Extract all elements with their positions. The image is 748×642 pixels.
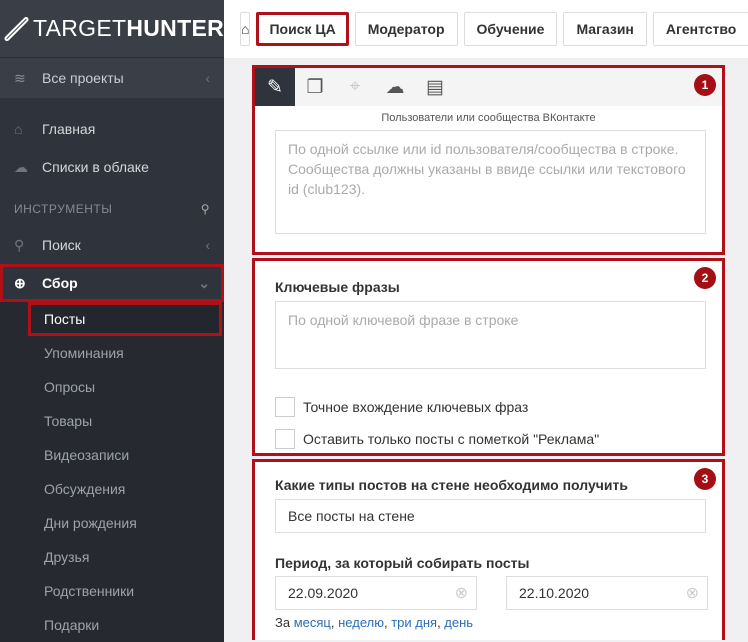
logo[interactable]: TARGET HUNTER [0,0,224,58]
clear-icon[interactable]: ⊗ [686,583,699,603]
quick-month-link[interactable]: месяц [294,615,331,630]
keywords-textarea[interactable]: По одной ключевой фразе в строке [275,301,706,369]
sub-label: Друзья [44,549,90,565]
sub-label: Товары [44,413,93,429]
date-from-value: 22.09.2020 [288,585,359,601]
tab-label: Обучение [476,21,545,37]
zoom-in-icon: ⊕ [14,274,26,291]
home-button[interactable]: ⌂ [240,12,251,46]
tab-label: Поиск ЦА [269,21,336,37]
post-types-select[interactable]: Все посты на стене [275,499,706,533]
sub-label: Опросы [44,379,96,395]
sub-label: Родственники [44,583,135,599]
checkbox[interactable] [275,397,295,417]
cloud-icon: ☁ [14,158,28,175]
sidebar-item-collect[interactable]: ⊕ Сбор ⌄ [0,264,224,302]
checkbox-label: Точное вхождение ключевых фраз [303,399,529,415]
logo-text: TARGET [32,15,127,41]
tab-shop[interactable]: Магазин [563,12,647,46]
tab-label: Модератор [367,21,445,37]
clear-icon[interactable]: ⊗ [455,583,468,603]
sidebar: TARGET HUNTER ≋ Все проекты ‹ ⌂ Главная ☁ Спи… [0,0,224,642]
tab-learning[interactable]: Обучение [463,12,558,46]
top-nav: ⌂ Поиск ЦА Модератор Обучение Магазин Аг… [224,0,748,58]
cloud-label: Списки в облаке [42,159,149,175]
tab-moderator[interactable]: Модератор [354,12,458,46]
sidebar-sub-item[interactable]: Друзья [0,540,224,574]
checkbox-label: Оставить только посты с пометкой "Реклам… [303,431,600,447]
sidebar-item-home[interactable]: ⌂ Главная [0,110,224,148]
sub-label: Посты [44,311,86,327]
cloud-upload-icon[interactable]: ☁ [375,68,415,106]
book-icon[interactable]: ▤ [415,68,455,106]
step-badge: 1 [694,74,716,96]
sidebar-item-search[interactable]: ⚲ Поиск ‹ [0,226,224,264]
sidebar-sub-item[interactable]: Родственники [0,574,224,608]
chevron-left-icon: ‹ [205,70,210,86]
sidebar-sub-item[interactable]: Подарки [0,608,224,642]
sub-label: Упоминания [44,345,124,361]
period-label: Период, за который собирать посты [275,555,530,571]
search-label: Поиск [42,237,81,253]
source-panel: ✎ ❐ ⌖ ☁ ▤ 1 Пользователи или сообщества … [252,65,725,255]
date-to-input[interactable]: 22.10.2020 ⊗ [506,576,708,610]
quick-week-link[interactable]: неделю [338,615,384,630]
sub-label: Обсуждения [44,481,126,497]
sidebar-item-cloud[interactable]: ☁ Списки в облаке [0,148,224,186]
users-textarea[interactable]: По одной ссылке или id пользователя/сооб… [275,130,706,234]
home-icon: ⌂ [241,21,250,37]
posts-panel: 3 Какие типы постов на стене необходимо … [252,459,725,640]
edit-icon[interactable]: ✎ [255,68,295,106]
checkbox[interactable] [275,429,295,449]
quick-day-link[interactable]: день [444,615,473,630]
tab-agency[interactable]: Агентство [652,12,748,46]
post-types-label: Какие типы постов на стене необходимо по… [275,477,628,493]
home-icon: ⌂ [14,121,23,137]
search-icon: ⚲ [14,236,25,253]
users-caption: Пользователи или сообщества ВКонтакте [381,112,596,124]
quick-period: За месяц, неделю, три дня, день [275,615,474,630]
chevron-left-icon: ‹ [205,237,210,253]
sub-label: Видеозаписи [44,447,130,463]
search-icon[interactable]: ⚲ [201,202,210,216]
sidebar-sub-item[interactable]: Товары [0,404,224,438]
tab-label: Агентство [665,21,737,37]
date-from-input[interactable]: 22.09.2020 ⊗ [275,576,477,610]
tools-header: ИНСТРУМЕНТЫ [14,202,113,216]
sub-label: Дни рождения [44,515,137,531]
all-projects[interactable]: ≋ Все проекты ‹ [0,58,224,98]
sidebar-sub-item[interactable]: Упоминания [0,336,224,370]
keywords-panel: 2 Ключевые фразы По одной ключевой фразе… [252,258,725,456]
keywords-label: Ключевые фразы [275,279,400,295]
files-icon[interactable]: ❐ [295,68,335,106]
logo-text-bold: HUNTER [126,15,224,41]
source-tabs: ✎ ❐ ⌖ ☁ ▤ [255,68,722,106]
collect-label: Сбор [42,275,78,291]
logo-icon [3,15,30,42]
location-icon[interactable]: ⌖ [335,68,375,106]
all-projects-label: Все проекты [42,70,124,86]
sidebar-sub-item[interactable]: Дни рождения [0,506,224,540]
step-badge: 2 [694,267,716,289]
sidebar-sub-item[interactable]: Опросы [0,370,224,404]
quick-prefix: За [275,615,291,630]
sidebar-sub-item[interactable]: Обсуждения [0,472,224,506]
tab-label: Магазин [576,21,634,37]
tools-section: ИНСТРУМЕНТЫ ⚲ [0,192,224,226]
sidebar-sub-posts[interactable]: Посты [28,302,222,336]
exact-match-checkbox[interactable]: Точное вхождение ключевых фраз [275,397,528,417]
step-badge: 3 [694,468,716,490]
date-to-value: 22.10.2020 [519,585,590,601]
home-label: Главная [42,121,96,137]
ads-only-checkbox[interactable]: Оставить только посты с пометкой "Реклам… [275,429,599,449]
layers-icon: ≋ [14,69,26,86]
sidebar-sub-item[interactable]: Видеозаписи [0,438,224,472]
tab-target-audience[interactable]: Поиск ЦА [256,12,349,46]
quick-three-days-link[interactable]: три дня [391,615,437,630]
chevron-down-icon: ⌄ [198,274,210,291]
sub-label: Подарки [44,617,100,633]
